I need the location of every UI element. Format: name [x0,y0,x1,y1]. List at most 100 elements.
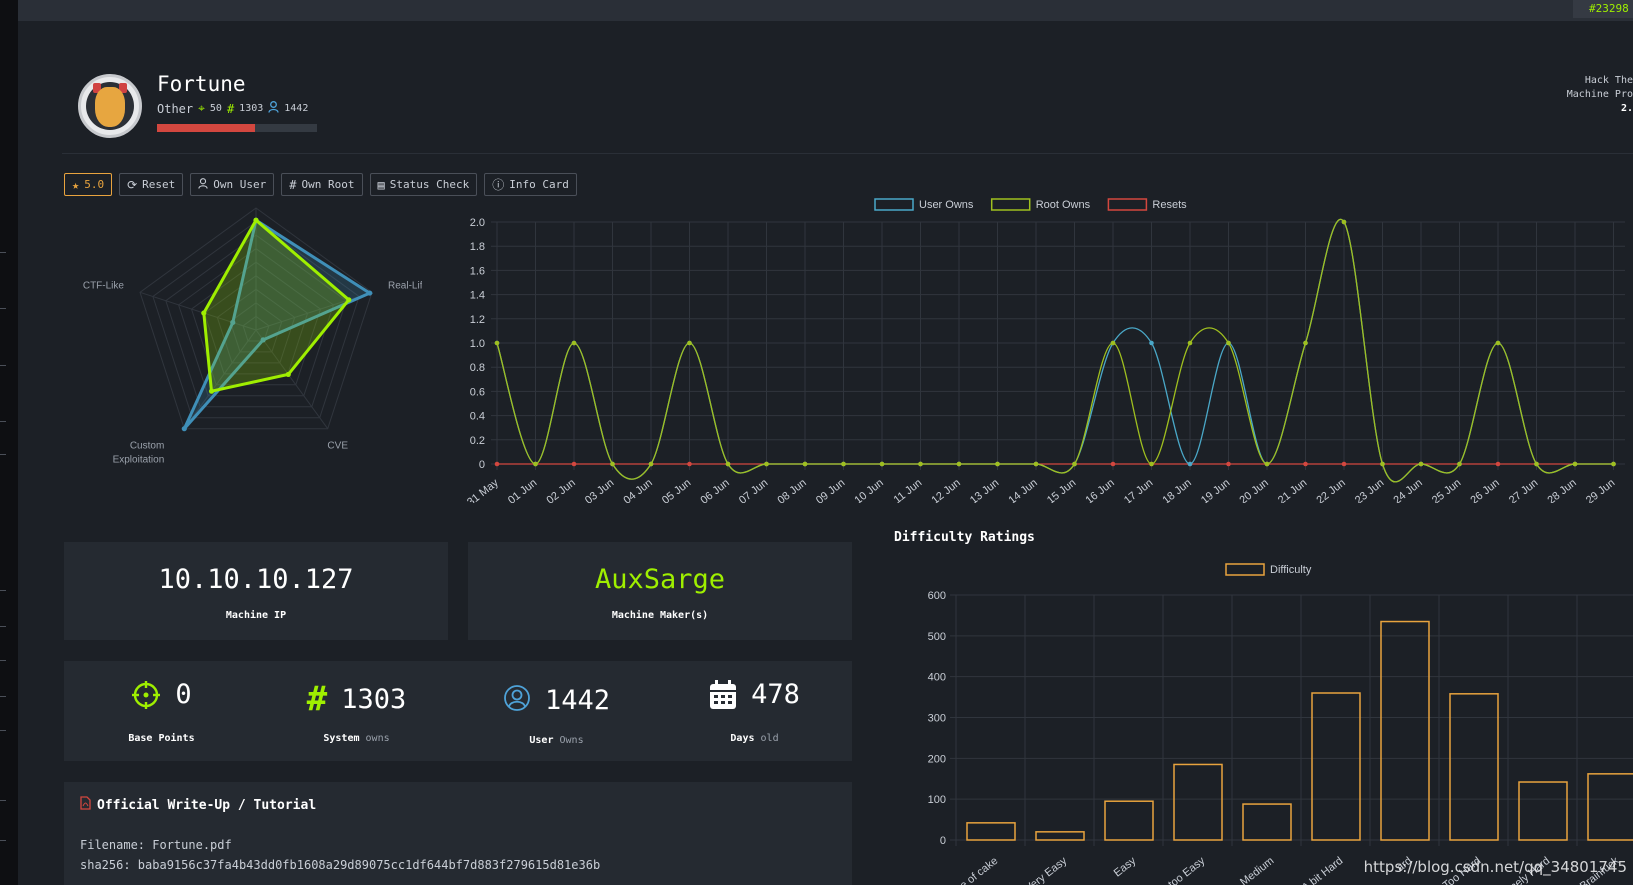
line-xtick-label: 23 Jun [1353,477,1386,503]
line-point [802,461,808,467]
line-point [1187,340,1193,346]
machine-ip[interactable]: 10.10.10.127 [64,564,448,595]
system-owns-label: System owns [323,733,390,744]
radar-point [346,297,352,303]
bar-ytick-label: 300 [928,713,946,725]
line-xtick-label: 14 Jun [1006,477,1039,503]
bar-xtick-label: ece of cake [949,855,1001,885]
line-xtick-label: 16 Jun [1083,477,1116,503]
radar-axis-label-word: Custom [130,441,164,452]
top-bar: #23298 [18,0,1633,21]
rating-value: 5.0 [84,178,105,191]
line-point [494,461,500,467]
difficulty-title: Difficulty Ratings [894,530,1035,545]
line-series-user-owns [496,218,1614,483]
line-point [1226,461,1231,467]
bar [1311,692,1361,841]
line-point [1495,461,1501,467]
line-point [1110,461,1116,467]
bar [966,822,1016,841]
status-check-button[interactable]: ▤ Status Check [369,173,478,196]
writeup-title-text[interactable]: Official Write-Up / Tutorial [97,798,316,813]
machine-progress-fill [157,124,255,132]
hash-icon: # [226,101,235,116]
line-ytick-label: 0.6 [470,386,485,398]
line-xtick-label: 06 Jun [698,477,731,503]
reset-label: Reset [142,178,176,191]
user-circle-icon [504,684,530,711]
line-point [1033,461,1039,467]
line-xtick-label: 15 Jun [1045,477,1078,503]
own-user-button[interactable]: Own User [190,173,275,196]
stat-days-old: 478 Days old [657,661,852,761]
line-xtick-label: 08 Jun [775,477,808,503]
rating-button[interactable]: ★ 5.0 [64,173,113,196]
bar-ytick-label: 600 [928,590,946,602]
line-point [1534,461,1539,467]
radar-series-1 [202,217,351,394]
machine-maker-caption: Machine Maker(s) [611,610,709,621]
line-point [1341,461,1347,467]
line-point [1149,461,1154,467]
own-root-label: Own Root [301,178,355,191]
line-ytick-label: 0.2 [470,435,485,447]
line-point [687,461,692,467]
stats-card: 0 Base Points # 1303 System owns 1442 Us… [64,661,852,761]
bar-xtick-label: A bit Hard [1300,855,1345,885]
right-note-line2: Machine Pro [1566,89,1633,100]
machine-progress-bar [157,124,317,132]
machine-ip-caption: Machine IP [225,610,287,621]
bar-legend-label: Difficulty [1270,564,1312,576]
watermark: https://blog.csdn.net/qq_34801745 [1363,858,1627,876]
right-note-line1: Hack The [1584,75,1633,86]
info-card-label: Info Card [509,178,569,191]
line-point [648,461,654,467]
writeup-sha256: sha256: baba9156c37fa4b43dd0fb1608a29d89… [80,858,601,872]
line-ytick-label: 1.6 [470,265,485,277]
line-point [1303,461,1308,467]
radar-point [253,217,259,223]
line-point [1611,461,1616,467]
line-xtick-label: 28 Jun [1545,477,1578,503]
stat-system-owns: # 1303 System owns [259,661,454,761]
stat-user-owns: 1442 User Owns [459,661,654,761]
line-xtick-label: 13 Jun [968,477,1001,503]
radar-axis-label: Real-Life [388,280,422,291]
line-xtick-label: 31 May [465,477,501,503]
bar-ytick-label: 0 [940,835,946,847]
bar [1104,800,1154,841]
line-point [879,461,885,467]
line-xtick-label: 22 Jun [1314,477,1347,503]
line-xtick-label: 11 Jun [892,477,925,503]
user-owns-label: User Owns [529,735,584,746]
own-user-label: Own User [213,178,267,191]
crosshair-icon: ⌖ [198,101,205,115]
line-xtick-label: 20 Jun [1237,477,1270,503]
radar-point [208,388,215,394]
line-xtick-label: 17 Jun [1122,477,1155,503]
line-legend-label: User Owns [919,199,974,211]
bar [1035,831,1085,841]
difficulty-bar-chart: 0 100 200 300 400 500 600 ece of cake Very Easy E… [928,563,1633,885]
hash-icon: # [306,679,328,719]
bar-legend-swatch [1225,563,1265,576]
own-root-button[interactable]: # Own Root [281,173,363,196]
line-xtick-label: 03 Jun [583,477,616,503]
bar-ytick-label: 200 [928,753,946,765]
user-icon [198,177,208,192]
info-icon: ⓘ [492,178,505,192]
line-point [1572,461,1578,467]
writeup-filename: Filename: Fortune.pdf [80,838,232,852]
line-xtick-label: 05 Jun [660,477,693,503]
reset-button[interactable]: ⟳ Reset [119,173,184,196]
top-right-chip[interactable]: #23298 [1573,0,1633,18]
line-legend-label: Resets [1152,199,1187,211]
machine-maker[interactable]: AuxSarge [468,564,852,595]
system-owns-value: 1303 [341,683,407,715]
matrix-radar-chart: EnumerationReal-LifeCVECustomExploitatio… [83,207,422,466]
pdf-file-icon [80,796,91,814]
bar [1242,803,1292,841]
info-card-button[interactable]: ⓘ Info Card [484,173,577,196]
line-ytick-label: 1.2 [470,314,485,326]
radar-axis-label: CVE [327,441,348,452]
